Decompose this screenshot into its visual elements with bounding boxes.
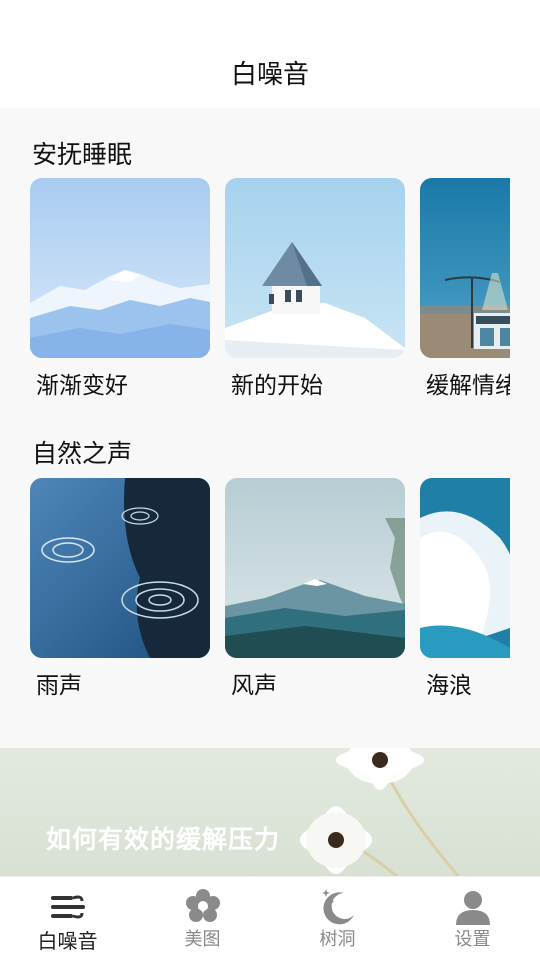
sound-thumbnail[interactable] [420, 178, 510, 358]
section-title-sleep: 安抚睡眠 [32, 140, 133, 169]
sound-thumbnail[interactable] [225, 178, 405, 358]
nature-carousel[interactable]: 雨声 风声 海浪 [30, 478, 510, 708]
sound-thumbnail[interactable] [225, 478, 405, 658]
sound-card-label: 雨声 [36, 673, 82, 699]
moon-stars-icon [321, 889, 354, 925]
sound-card-label: 缓解情绪 [426, 373, 510, 399]
tab-label: 设置 [454, 929, 491, 950]
wind-icon [50, 895, 85, 919]
user-icon [455, 891, 490, 925]
sound-card[interactable]: 新的开始 [225, 178, 405, 400]
sound-card-label: 海浪 [426, 673, 472, 699]
tab-tree-hole[interactable]: 树洞 [270, 877, 405, 960]
sound-card[interactable]: 风声 [225, 478, 405, 700]
sound-thumbnail[interactable] [30, 178, 210, 358]
flower-icon [185, 889, 220, 922]
sound-card-label: 新的开始 [231, 373, 323, 399]
sleep-carousel[interactable]: 渐渐变好 新的开始 缓解情绪 [30, 178, 510, 408]
sound-thumbnail[interactable] [30, 478, 210, 658]
sound-card-label: 渐渐变好 [36, 373, 128, 399]
tab-label: 白噪音 [37, 929, 98, 953]
sound-card[interactable]: 缓解情绪 [420, 178, 510, 400]
main-content[interactable]: 安抚睡眠 渐渐变好 新的开始 缓解情绪 自然之声 雨声 风声 海浪 如何有效的缓… [0, 108, 540, 876]
section-title-nature: 自然之声 [32, 439, 133, 468]
sound-card[interactable]: 雨声 [30, 478, 210, 700]
tab-label: 树洞 [319, 929, 356, 950]
banner-title[interactable]: 如何有效的缓解压力 [46, 820, 280, 856]
sound-card-label: 风声 [231, 673, 277, 699]
tab-gallery[interactable]: 美图 [135, 877, 270, 960]
tab-label: 美图 [184, 929, 221, 950]
app-header: 白噪音 [0, 0, 540, 108]
sound-card[interactable]: 海浪 [420, 478, 510, 700]
daisy-flowers-image [300, 748, 461, 876]
bottom-tab-bar: 白噪音 美图 树洞 设置 [0, 876, 540, 960]
sound-card[interactable]: 渐渐变好 [30, 178, 210, 400]
article-banner[interactable]: 如何有效的缓解压力 [0, 748, 540, 876]
page-title: 白噪音 [230, 60, 309, 90]
sound-thumbnail[interactable] [420, 478, 510, 658]
tab-settings[interactable]: 设置 [405, 877, 540, 960]
tab-white-noise[interactable]: 白噪音 [0, 877, 135, 960]
